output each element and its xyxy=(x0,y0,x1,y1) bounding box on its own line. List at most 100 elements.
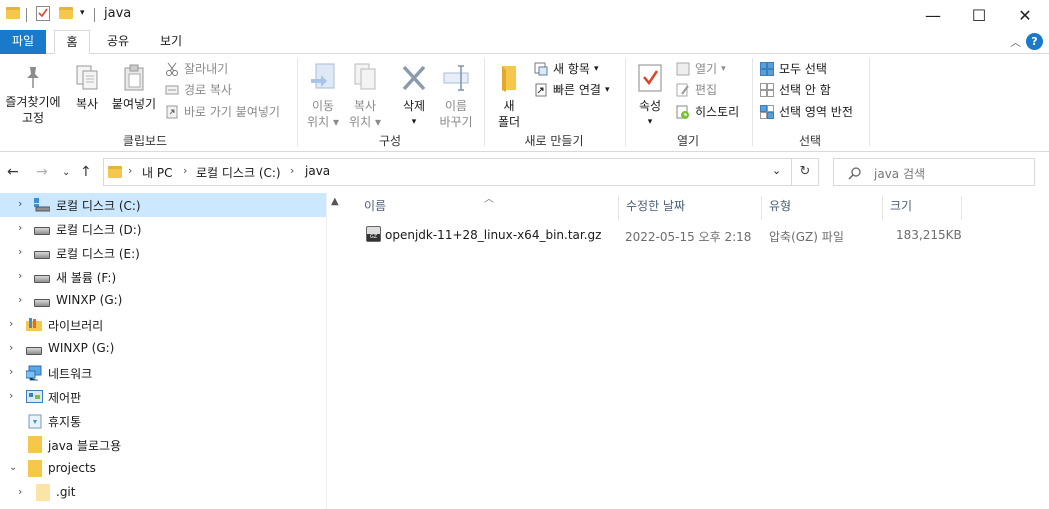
column-divider[interactable] xyxy=(882,196,883,220)
history-button[interactable]: 히스토리 xyxy=(676,102,739,122)
tab-home[interactable]: 홈 xyxy=(54,30,90,55)
select-none-button[interactable]: 선택 안 함 xyxy=(760,80,831,100)
copy-to-button[interactable]: 복사 위치 ▾ xyxy=(345,62,385,130)
maximize-button[interactable]: ☐ xyxy=(956,0,1002,30)
expand-chevron-icon[interactable]: › xyxy=(9,365,13,378)
copy-button[interactable]: 복사 xyxy=(70,64,104,112)
tree-item-control-panel[interactable]: › 제어판 xyxy=(0,385,326,409)
breadcrumb-separator[interactable]: › xyxy=(290,164,294,177)
back-arrow-icon[interactable]: ← xyxy=(7,164,19,180)
column-header-size[interactable]: 크기 xyxy=(890,198,912,222)
quick-access-dropdown-icon[interactable]: ▾ xyxy=(80,8,85,18)
select-all-button[interactable]: 모두 선택 xyxy=(760,59,827,79)
tree-item-winxp-g[interactable]: › WINXP (G:) xyxy=(0,289,326,313)
breadcrumb-java[interactable]: java xyxy=(305,164,330,178)
invert-selection-button[interactable]: 선택 영역 반전 xyxy=(760,102,853,122)
search-input[interactable]: java 검색 xyxy=(874,165,925,182)
group-divider xyxy=(869,58,870,146)
move-to-label-2: 위치 ▾ xyxy=(307,115,339,129)
tree-item-local-disk-d[interactable]: › 로컬 디스크 (D:) xyxy=(0,217,326,241)
navigation-scrollbar[interactable]: ▲ xyxy=(326,192,344,509)
pin-to-quick-access-button[interactable]: 즐겨찾기에 고정 xyxy=(0,64,66,126)
delete-x-icon xyxy=(402,65,426,91)
collapse-chevron-icon[interactable]: ⌄ xyxy=(9,462,17,473)
expand-chevron-icon[interactable]: › xyxy=(18,293,22,306)
column-header-type[interactable]: 유형 xyxy=(769,198,791,222)
expand-chevron-icon[interactable]: › xyxy=(18,197,22,210)
tree-item-projects[interactable]: ⌄ projects xyxy=(0,457,326,481)
expand-chevron-icon[interactable]: › xyxy=(9,317,13,330)
tab-share[interactable]: 공유 xyxy=(100,30,136,54)
recycle-bin-icon xyxy=(28,413,42,432)
column-header-modified[interactable]: 수정한 날짜 xyxy=(626,198,685,222)
history-label: 히스토리 xyxy=(695,105,740,119)
rename-button[interactable]: 이름 바꾸기 xyxy=(434,62,478,130)
breadcrumb-local-disk-c[interactable]: 로컬 디스크 (C:) xyxy=(196,164,281,181)
properties-button[interactable]: 속성 ▾ xyxy=(632,62,668,130)
column-header-name[interactable]: 이름 xyxy=(364,198,386,222)
tree-item-new-volume-f[interactable]: › 새 볼륨 (F:) xyxy=(0,265,326,289)
expand-chevron-icon[interactable]: › xyxy=(18,485,22,498)
expand-chevron-icon[interactable]: › xyxy=(18,221,22,234)
tree-item-label: 로컬 디스크 (C:) xyxy=(56,199,141,213)
paste-shortcut-button[interactable]: 바로 가기 붙여넣기 xyxy=(165,102,280,122)
column-divider[interactable] xyxy=(961,196,962,220)
group-label-new: 새로 만들기 xyxy=(524,134,584,148)
move-to-button[interactable]: 이동 위치 ▾ xyxy=(303,62,343,130)
cut-button[interactable]: 잘라내기 xyxy=(165,59,228,79)
refresh-icon[interactable]: ↻ xyxy=(791,158,819,186)
forward-arrow-icon[interactable]: → xyxy=(36,164,48,180)
tree-item-recycle-bin[interactable]: 휴지통 xyxy=(0,409,326,433)
address-bar[interactable]: › 내 PC › 로컬 디스크 (C:) › java ⌄ xyxy=(103,158,792,186)
new-folder-label-1: 새 xyxy=(503,99,515,113)
recent-locations-icon[interactable]: ⌄ xyxy=(62,167,70,178)
paste-button[interactable]: 붙여넣기 xyxy=(108,64,160,112)
delete-dropdown-icon: ▾ xyxy=(411,117,417,127)
new-folder-icon xyxy=(502,66,516,92)
breadcrumb-separator[interactable]: › xyxy=(183,164,187,177)
easy-access-button[interactable]: 빠른 연결 ▾ xyxy=(534,80,610,100)
tree-item-network[interactable]: › 네트워크 xyxy=(0,361,326,385)
tree-item-local-disk-e[interactable]: › 로컬 디스크 (E:) xyxy=(0,241,326,265)
scroll-up-arrow-icon[interactable]: ▲ xyxy=(331,196,339,207)
expand-chevron-icon[interactable]: › xyxy=(9,389,13,402)
tree-item-label: 로컬 디스크 (D:) xyxy=(56,223,142,237)
tree-item-libraries[interactable]: › 라이브러리 xyxy=(0,313,326,337)
help-icon[interactable]: ? xyxy=(1026,33,1043,50)
ribbon: 즐겨찾기에 고정 복사 붙여넣기 잘라내기 경로 복사 바로 가기 붙여넣기 클… xyxy=(0,54,1049,152)
address-history-dropdown-icon[interactable]: ⌄ xyxy=(772,164,781,177)
open-button[interactable]: 열기 ▾ xyxy=(676,59,726,79)
breadcrumb-this-pc[interactable]: 내 PC xyxy=(142,164,172,181)
tree-item-label: 새 볼륨 (F:) xyxy=(56,271,117,285)
close-button[interactable]: ✕ xyxy=(1002,0,1048,30)
tab-view[interactable]: 보기 xyxy=(152,30,190,54)
expand-chevron-icon[interactable]: › xyxy=(9,341,13,354)
expand-chevron-icon[interactable]: › xyxy=(18,245,22,258)
tab-file[interactable]: 파일 xyxy=(0,30,46,54)
tree-item-winxp-g-root[interactable]: › WINXP (G:) xyxy=(0,337,326,361)
column-divider[interactable] xyxy=(761,196,762,220)
file-name[interactable]: openjdk-11+28_linux-x64_bin.tar.gz xyxy=(385,228,601,242)
delete-label: 삭제 xyxy=(402,99,426,113)
open-icon xyxy=(676,62,690,76)
edit-button[interactable]: 편집 xyxy=(676,80,717,100)
delete-button[interactable]: 삭제 ▾ xyxy=(393,62,435,130)
collapse-ribbon-icon[interactable]: ︿ xyxy=(1010,34,1021,50)
new-item-button[interactable]: 새 항목 ▾ xyxy=(534,59,598,79)
select-all-label: 모두 선택 xyxy=(779,62,827,76)
copy-path-button[interactable]: 경로 복사 xyxy=(165,80,232,100)
copy-to-icon xyxy=(354,63,376,90)
search-box[interactable]: java 검색 xyxy=(833,158,1035,186)
tree-item-git[interactable]: › .git xyxy=(0,481,326,505)
expand-chevron-icon[interactable]: › xyxy=(18,269,22,282)
new-folder-quick-icon[interactable] xyxy=(59,7,73,19)
tree-item-java-blog[interactable]: java 블로그용 xyxy=(0,433,326,457)
properties-quick-icon[interactable] xyxy=(36,6,50,21)
tree-item-local-disk-c[interactable]: › 로컬 디스크 (C:) xyxy=(0,193,326,217)
breadcrumb-separator[interactable]: › xyxy=(128,164,132,177)
minimize-button[interactable]: — xyxy=(910,0,956,30)
new-folder-button[interactable]: 새 폴더 xyxy=(490,62,528,130)
column-divider[interactable] xyxy=(618,196,619,220)
divider xyxy=(94,8,95,22)
up-arrow-icon[interactable]: ↑ xyxy=(80,164,92,180)
